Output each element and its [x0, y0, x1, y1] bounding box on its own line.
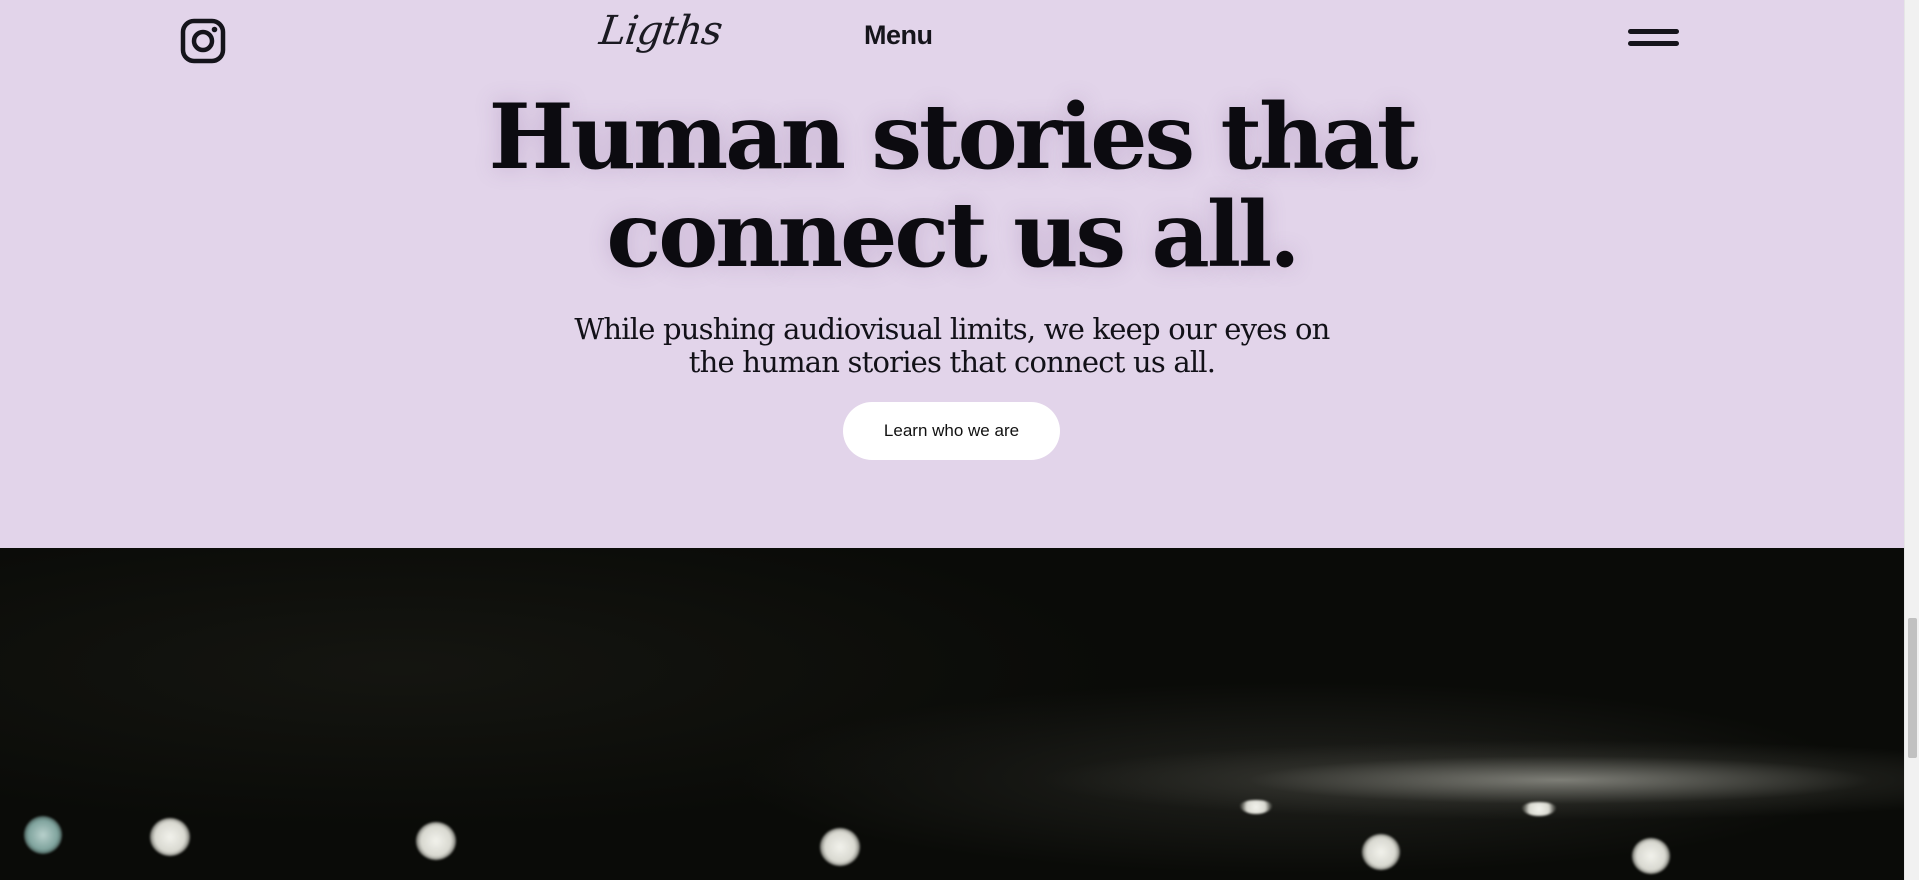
- hero-section: Ligths Menu Human stories that connect u…: [0, 0, 1904, 548]
- bokeh-light: [1240, 800, 1272, 814]
- instagram-icon-svg: [180, 18, 226, 64]
- hamburger-bar-bottom: [1628, 41, 1679, 46]
- scrollbar-thumb[interactable]: [1908, 618, 1917, 758]
- site-logo[interactable]: Ligths: [597, 8, 725, 54]
- instagram-icon[interactable]: [180, 18, 226, 64]
- menu-label[interactable]: Menu: [864, 20, 933, 51]
- hero-headline-line-1: Human stories that: [488, 84, 1419, 190]
- bokeh-light: [150, 818, 190, 856]
- hero-subline-line-1: While pushing audiovisual limits, we kee…: [574, 312, 1330, 346]
- page-scrollbar[interactable]: [1904, 0, 1919, 880]
- page-content: Ligths Menu Human stories that connect u…: [0, 0, 1904, 880]
- bokeh-light: [820, 828, 860, 866]
- page: Ligths Menu Human stories that connect u…: [0, 0, 1919, 880]
- hamburger-bar-top: [1628, 29, 1679, 34]
- bokeh-light: [24, 816, 62, 854]
- hero-subline-line-2: the human stories that connect us all.: [688, 345, 1216, 379]
- bokeh-light: [416, 822, 456, 860]
- hamburger-icon[interactable]: [1628, 28, 1679, 52]
- bokeh-light: [1522, 802, 1556, 816]
- hero-headline: Human stories that connect us all.: [0, 88, 1904, 284]
- hero-headline-line-2: connect us all.: [606, 182, 1300, 288]
- hero-subline: While pushing audiovisual limits, we kee…: [0, 313, 1904, 379]
- bokeh-light: [1632, 838, 1670, 874]
- bokeh-light: [1362, 834, 1400, 870]
- learn-who-we-are-button[interactable]: Learn who we are: [843, 402, 1060, 460]
- background-video: [0, 548, 1904, 880]
